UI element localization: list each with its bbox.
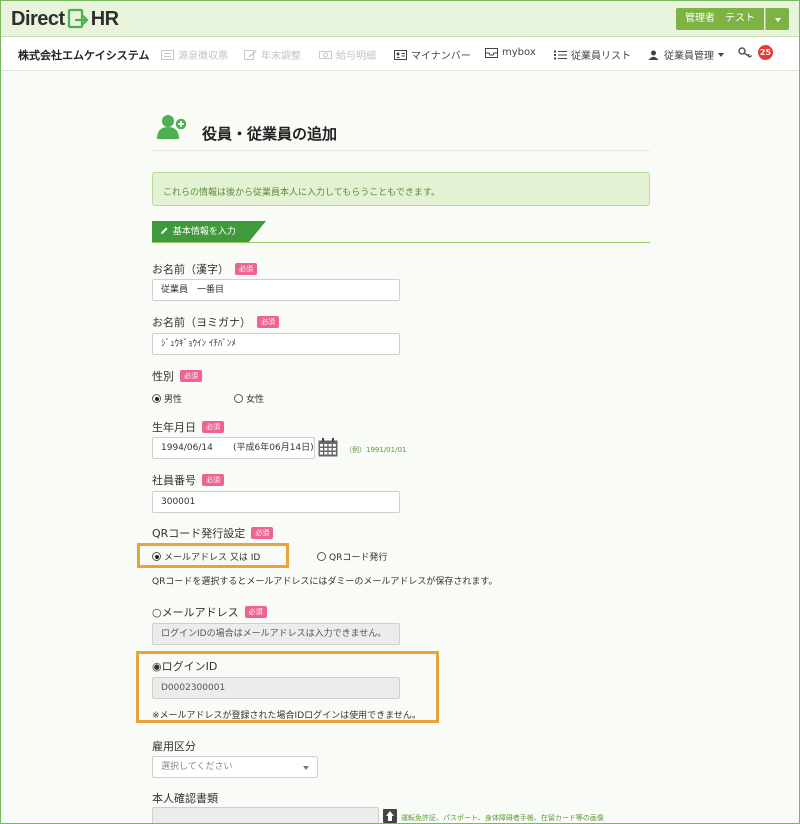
radio-label: メールアドレス 又は ID: [164, 553, 261, 563]
receipt-icon: [161, 49, 174, 60]
pencil-icon: [161, 227, 168, 234]
radio-unchecked-icon: [317, 552, 326, 561]
identity-doc-file-input[interactable]: [152, 807, 379, 823]
employee-number-label: 社員番号 必須: [152, 472, 224, 488]
app-frame: Direct HR 管理者 テスト 株式会社エムケイシステム 源泉徴収票 年末調…: [0, 0, 800, 824]
logo-mark-icon: [67, 8, 88, 29]
required-badge: 必須: [257, 316, 279, 328]
nav-item-payslip[interactable]: 給与明細: [319, 47, 376, 62]
nav-item-label: 従業員リスト: [571, 51, 631, 62]
employment-type-label: 雇用区分: [152, 738, 196, 754]
qr-radio-qr-code[interactable]: QRコード発行: [317, 550, 387, 563]
field-label: ○メールアドレス: [152, 606, 239, 619]
radio-checked-icon: [152, 394, 161, 403]
birthdate-era: (平成6年06月14日): [233, 443, 314, 453]
required-badge: 必須: [244, 606, 267, 618]
page-title: 役員・従業員の追加: [202, 125, 338, 143]
gender-radio-male[interactable]: 男性: [152, 392, 182, 405]
field-label: QRコード発行設定: [152, 527, 246, 540]
field-label: 本人確認書類: [152, 792, 218, 805]
name-kanji-input[interactable]: 従業員 一番目: [152, 279, 400, 301]
required-badge: 必須: [180, 370, 202, 382]
nav-item-employee-management[interactable]: 従業員管理: [647, 47, 724, 62]
notification-badge: 25: [758, 45, 773, 60]
pencil-icon: [244, 49, 257, 60]
top-bar: Direct HR 管理者 テスト: [1, 1, 799, 37]
gender-label: 性別 必須: [152, 368, 202, 384]
gender-radio-female[interactable]: 女性: [234, 392, 264, 405]
nav-item-label: 年末調整: [261, 51, 301, 62]
birthdate-example: （例）1991/01/01: [345, 446, 407, 454]
field-label: 社員番号: [152, 474, 196, 487]
required-badge: 必須: [235, 263, 257, 275]
page-header: 役員・従業員の追加: [152, 113, 650, 151]
radio-label: QRコード発行: [329, 553, 388, 563]
birthdate-input[interactable]: 1994/06/14 (平成6年06月14日): [152, 437, 315, 459]
qr-setting-label: QRコード発行設定 必須: [152, 525, 274, 541]
field-label: 性別: [152, 370, 174, 383]
nav-item-label: マイナンバー: [411, 51, 471, 62]
required-badge: 必須: [202, 474, 224, 486]
nav-item-label: mybox: [502, 47, 536, 58]
field-label: ◉ログインID: [152, 660, 218, 673]
company-name: 株式会社エムケイシステム: [18, 49, 150, 62]
key-icon: [738, 46, 753, 58]
radio-unchecked-icon: [234, 394, 243, 403]
logo-text-hr: HR: [90, 7, 119, 30]
section-basic-info: 基本情報を入力: [152, 221, 266, 243]
nav-bar: 株式会社エムケイシステム 源泉徴収票 年末調整 給与明細 マイナンバー mybo…: [1, 37, 799, 71]
app-logo[interactable]: Direct HR: [11, 6, 119, 32]
required-badge: 必須: [202, 421, 224, 433]
field-label: お名前（漢字）: [152, 263, 229, 276]
login-id-input[interactable]: D0002300001: [152, 677, 400, 699]
money-icon: [319, 50, 332, 59]
nav-item-withholding-slip[interactable]: 源泉徴収票: [161, 47, 228, 62]
email-label[interactable]: ○メールアドレス 必須: [152, 604, 267, 620]
radio-label: 男性: [164, 395, 183, 405]
nav-item-year-end[interactable]: 年末調整: [244, 47, 301, 62]
birthdate-label: 生年月日 必須: [152, 419, 224, 435]
add-user-icon: [157, 115, 188, 139]
user-menu-button[interactable]: 管理者 テスト: [676, 8, 764, 30]
nav-item-label: 従業員管理: [664, 51, 714, 62]
nav-item-label: 源泉徴収票: [178, 51, 228, 62]
nav-item-employee-list[interactable]: 従業員リスト: [554, 47, 631, 62]
calendar-icon[interactable]: [318, 438, 338, 457]
id-card-icon: [394, 49, 407, 60]
employment-type-select[interactable]: 選択してください: [152, 756, 318, 778]
identity-doc-note: 運転免許証、パスポート、身体障碍者手帳、在留カード等の画像: [401, 814, 604, 822]
qr-note: QRコードを選択するとメールアドレスにはダミーのメールアドレスが保存されます。: [152, 577, 498, 587]
nav-item-mybox[interactable]: mybox: [485, 47, 536, 58]
upload-icon[interactable]: [383, 809, 397, 823]
nav-item-notifications[interactable]: 25: [738, 45, 773, 60]
inbox-icon: [485, 47, 498, 58]
logo-text-direct: Direct: [11, 7, 65, 30]
name-kanji-label: お名前（漢字） 必須: [152, 261, 257, 277]
nav-item-my-number[interactable]: マイナンバー: [394, 47, 471, 62]
chevron-down-icon: [718, 52, 724, 57]
list-icon: [554, 50, 567, 59]
field-label: お名前（ヨミガナ）: [152, 316, 251, 329]
email-input: ログインIDの場合はメールアドレスは入力できません。: [152, 623, 400, 645]
user-icon: [648, 50, 659, 60]
info-alert: これらの情報は後から従業員本人に入力してもらうこともできます。: [152, 172, 650, 206]
login-id-note: ※メールアドレスが登録された場合IDログインは使用できません。: [152, 711, 421, 721]
required-badge: 必須: [251, 527, 274, 539]
section-divider: [152, 242, 650, 243]
user-menu-caret-button[interactable]: [765, 8, 789, 30]
section-title: 基本情報を入力: [172, 227, 236, 237]
field-label: 生年月日: [152, 421, 196, 434]
radio-label: 女性: [246, 395, 265, 405]
identity-doc-label: 本人確認書類: [152, 790, 218, 806]
field-label: 雇用区分: [152, 740, 196, 753]
nav-item-label: 給与明細: [336, 51, 376, 62]
login-id-label[interactable]: ◉ログインID: [152, 658, 217, 674]
name-kana-label: お名前（ヨミガナ） 必須: [152, 314, 279, 330]
employee-number-input[interactable]: 300001: [152, 491, 400, 513]
birthdate-value: 1994/06/14: [161, 443, 213, 453]
qr-radio-email-or-id[interactable]: メールアドレス 又は ID: [152, 550, 260, 563]
radio-checked-icon: [152, 552, 161, 561]
name-kana-input[interactable]: ｼﾞｭｳｷﾞｮｳｲﾝ ｲﾁﾊﾞﾝﾒ: [152, 333, 400, 355]
